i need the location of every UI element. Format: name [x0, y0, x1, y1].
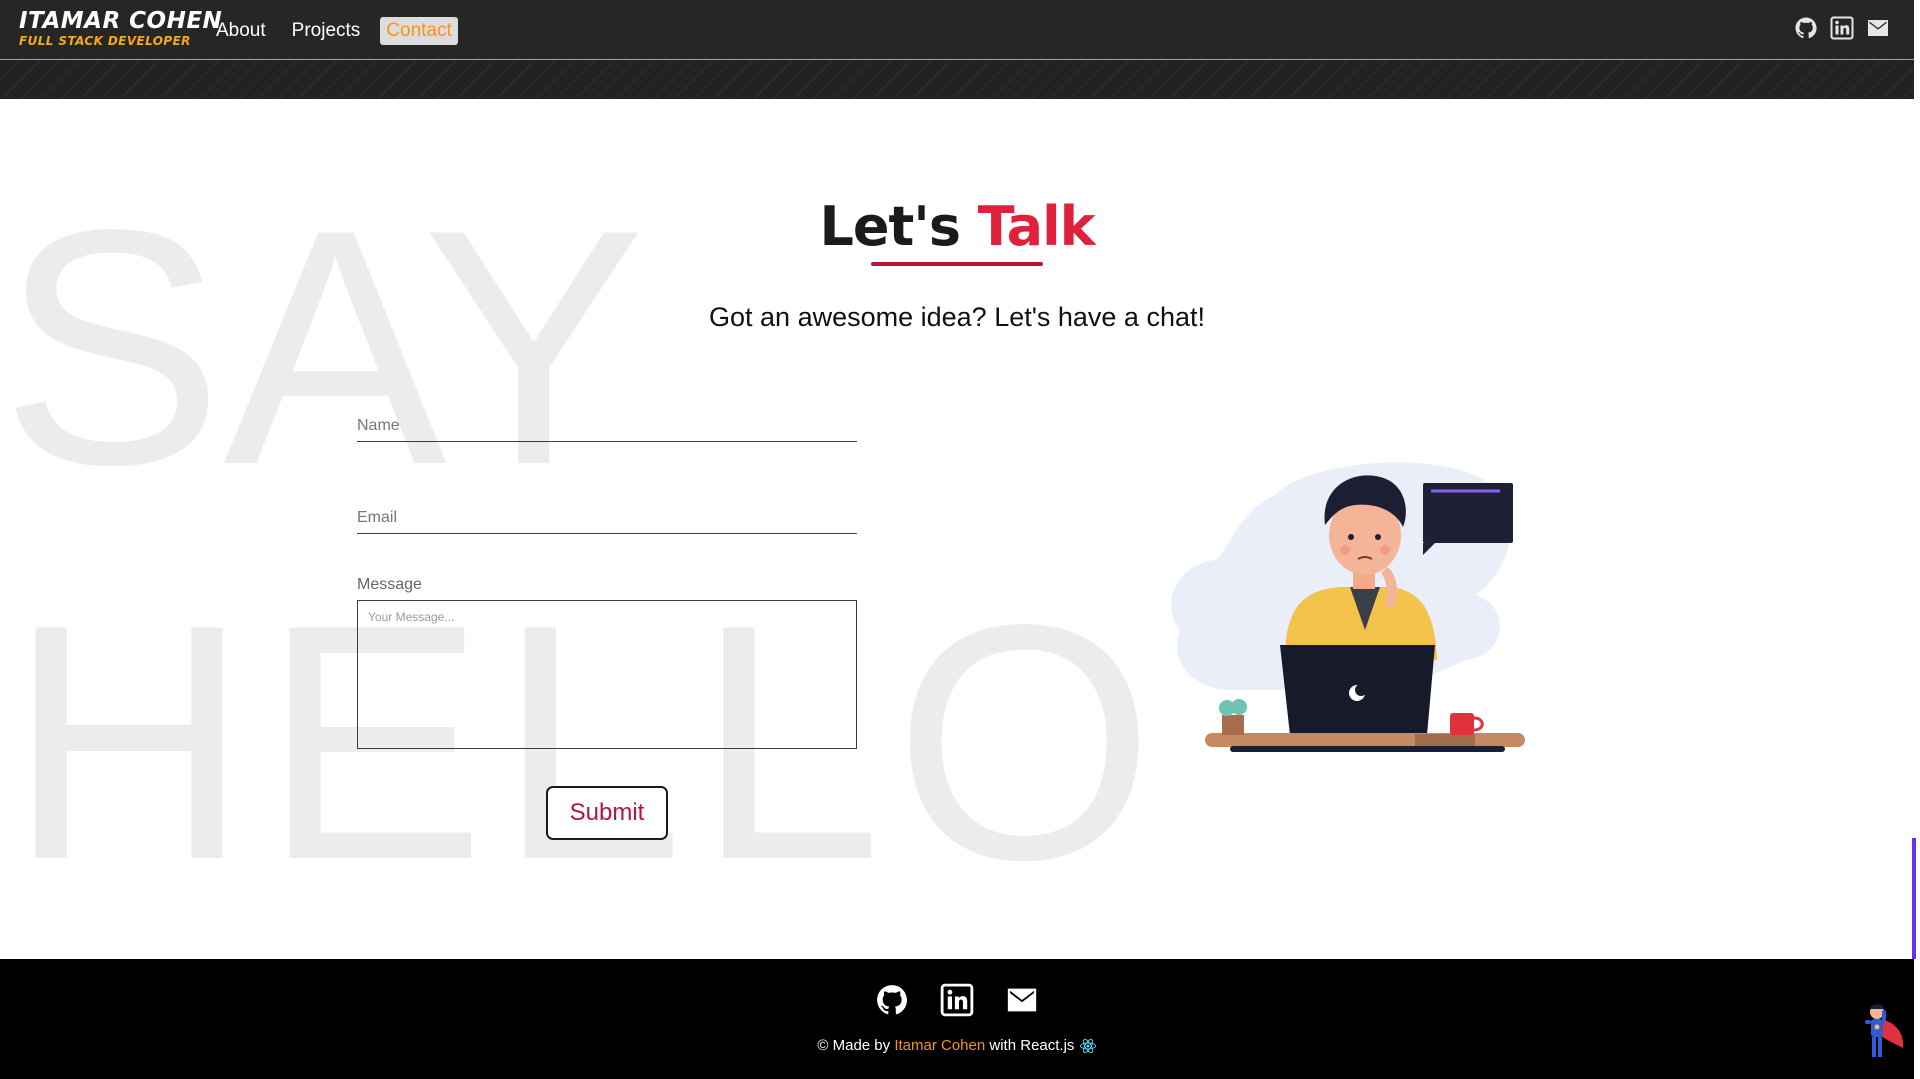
submit-button[interactable]: Submit	[546, 786, 668, 840]
contact-form: Message	[357, 410, 857, 754]
title-underline	[871, 262, 1043, 266]
nav-link-contact[interactable]: Contact	[380, 17, 458, 45]
footer-credit: © Made by Itamar Cohen with React.js	[0, 1037, 1914, 1055]
email-field[interactable]	[357, 502, 857, 533]
navbar: ITAMAR COHEN FULL STACK DEVELOPER About …	[0, 0, 1914, 99]
page-title: Let's Talk	[0, 195, 1914, 258]
title-part-1: Let's	[819, 195, 961, 258]
name-field-wrapper	[357, 410, 857, 442]
linkedin-icon[interactable]	[1830, 16, 1854, 40]
credit-suffix: with React.js	[989, 1037, 1075, 1054]
author-link[interactable]: Itamar Cohen	[894, 1037, 985, 1054]
brand-name: ITAMAR COHEN	[19, 8, 223, 34]
section-heading: Let's Talk	[0, 195, 1914, 266]
superhero-mascot-icon[interactable]	[1855, 1000, 1907, 1062]
nav-social-links	[1794, 16, 1890, 40]
github-icon[interactable]	[1794, 16, 1818, 40]
email-field-wrapper	[357, 502, 857, 534]
navbar-top: ITAMAR COHEN FULL STACK DEVELOPER About …	[0, 0, 1914, 60]
nav-link-about[interactable]: About	[210, 17, 272, 45]
title-part-2: Talk	[977, 195, 1096, 258]
mail-icon[interactable]	[1005, 983, 1039, 1017]
react-icon	[1079, 1038, 1096, 1054]
mail-icon[interactable]	[1866, 16, 1890, 40]
footer-social-links	[0, 983, 1914, 1017]
brand-tagline: FULL STACK DEVELOPER	[19, 34, 191, 48]
brand-logo[interactable]: ITAMAR COHEN FULL STACK DEVELOPER	[19, 8, 222, 49]
credit-prefix: © Made by	[817, 1037, 891, 1054]
footer: © Made by Itamar Cohen with React.js	[0, 959, 1914, 1079]
nav-links: About Projects Contact	[210, 17, 458, 45]
message-field[interactable]	[357, 600, 857, 749]
nav-link-projects[interactable]: Projects	[286, 17, 367, 45]
message-label: Message	[357, 576, 422, 593]
scroll-progress-indicator	[1912, 838, 1916, 959]
linkedin-icon[interactable]	[940, 983, 974, 1017]
name-field[interactable]	[357, 410, 857, 441]
developer-illustration	[1171, 462, 1525, 752]
github-icon[interactable]	[875, 983, 909, 1017]
page-subtitle: Got an awesome idea? Let's have a chat!	[709, 302, 1205, 332]
